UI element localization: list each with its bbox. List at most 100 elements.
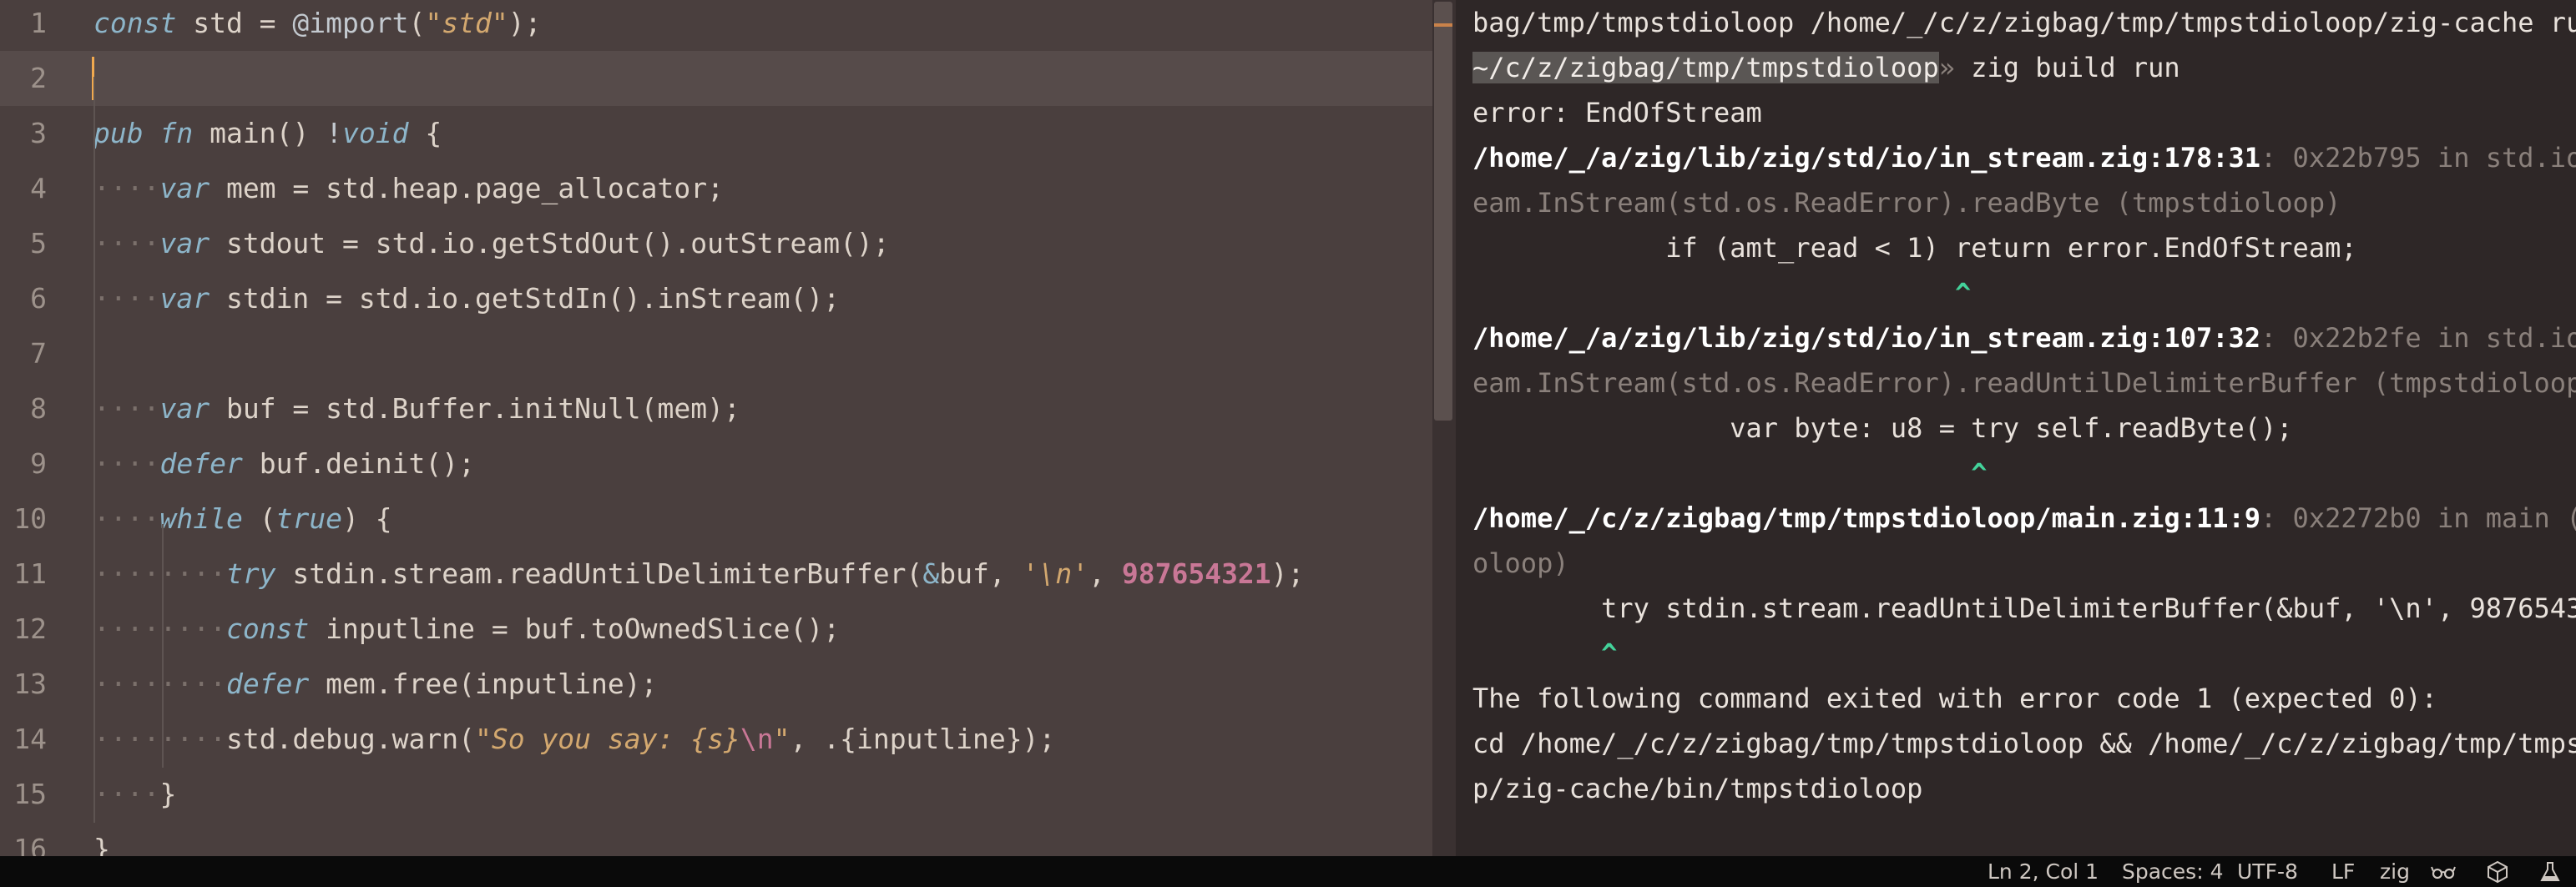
language-mode[interactable]: zig [2380,856,2410,887]
code-token: ···· [93,172,160,204]
code-line[interactable]: 7 [0,326,1432,381]
code-token: mem = std.heap.page_allocator; [210,172,724,204]
code-line[interactable]: 5 ····var stdout = std.io.getStdOut().out… [0,216,1432,271]
terminal-text: cd /home/_/c/z/zigbag/tmp/tmpstdioloop &… [1472,728,2576,759]
code-text: ········defer mem.free(inputline); [93,657,658,712]
code-line[interactable]: 12 ········const inputline = buf.toOwnedS… [0,602,1432,657]
terminal-line: ^ [1472,270,2576,315]
terminal-text: ^ [1472,277,1972,309]
code-line[interactable]: 15 ····} [0,767,1432,822]
line-number: 2 [30,62,47,94]
terminal-text: /home/_/a/zig/lib/zig/std/io/in_stream.z… [1472,142,2261,174]
code-token: var [159,227,210,260]
indentation-setting[interactable]: Spaces: 4 [2122,856,2223,887]
terminal-line: ^ [1472,451,2576,496]
terminal-text: p/zig-cache/bin/tmpstdioloop [1472,773,1923,804]
line-number: 12 [13,612,47,645]
code-text: ····var mem = std.heap.page_allocator; [93,161,724,216]
terminal-line: /home/_/a/zig/lib/zig/std/io/in_stream.z… [1472,135,2576,180]
code-token: & [922,557,940,590]
code-line[interactable]: 11 ········try stdin.stream.readUntilDeli… [0,547,1432,602]
code-token: ); [508,7,542,39]
code-line[interactable]: 9 ····defer buf.deinit(); [0,436,1432,491]
terminal-line: var byte: u8 = try self.readByte(); [1472,406,2576,451]
code-token: var [159,282,210,315]
terminal-text: try stdin.stream.readUntilDelimiterBuffe… [1472,592,2576,624]
code-token: } [93,833,110,856]
code-token: \n [740,723,774,755]
code-text: ····while (true) { [93,491,392,547]
terminal-text: eam.InStream(std.os.ReadError).readByte … [1472,187,2341,219]
code-text: ········try stdin.stream.readUntilDelimi… [93,547,1304,602]
code-text: ····var stdin = std.io.getStdIn().inStre… [93,271,840,326]
terminal-pane[interactable]: bag/tmp/tmpstdioloop /home/_/c/z/zigbag/… [1456,0,2576,856]
terminal-text: : 0x22b795 in std.io.in_str [2260,142,2576,174]
terminal-line: ~/c/z/zigbag/tmp/tmpstdioloop» zig build… [1472,45,2576,90]
code-token: ! [326,117,343,149]
code-token: } [159,778,177,810]
terminal-line: oloop) [1472,541,2576,586]
package-icon[interactable] [2485,859,2510,884]
file-encoding[interactable]: UTF-8 [2237,856,2298,887]
line-number: 10 [13,502,47,535]
indent-guide [93,77,95,823]
cursor-position[interactable]: Ln 2, Col 1 [1988,856,2099,887]
code-line[interactable]: 8 ····var buf = std.Buffer.initNull(mem); [0,381,1432,436]
code-token: ···· [93,502,160,535]
code-token: 987654321 [1121,557,1271,590]
terminal-line: cd /home/_/c/z/zigbag/tmp/tmpstdioloop &… [1472,721,2576,766]
code-token: mem.free(inputline); [309,668,658,700]
line-number: 9 [30,447,47,480]
line-ending[interactable]: LF [2331,856,2355,887]
code-token: , .{inputline}); [790,723,1056,755]
code-token: ········ [93,612,226,645]
code-token: "So you say: {s} [474,723,740,755]
code-token: ( [408,7,426,39]
terminal-line: The following command exited with error … [1472,676,2576,721]
code-line[interactable]: 16} [0,822,1432,856]
code-token: const [225,612,310,645]
terminal-line: if (amt_read < 1) return error.EndOfStre… [1472,225,2576,270]
code-text: const std = @import("std"); [93,0,541,51]
line-number: 13 [13,668,47,700]
code-token: try [225,557,276,590]
terminal-text: /home/_/a/zig/lib/zig/std/io/in_stream.z… [1472,322,2261,354]
code-token: stdin = std.io.getStdIn().inStream(); [210,282,841,315]
terminal-text: ^ [1472,638,1618,669]
line-number: 11 [13,557,47,590]
code-token: ); [1270,557,1305,590]
editor-scrollbar-thumb[interactable] [1434,2,1452,421]
terminal-text: » [1938,52,1955,83]
terminal-text: var byte: u8 = try self.readByte(); [1472,412,2293,444]
code-line[interactable]: 6 ····var stdin = std.io.getStdIn().inStr… [0,271,1432,326]
code-line[interactable]: 10 ····while (true) { [0,491,1432,547]
app-window: 1 const std = @import("std"); 2 3 pub fn mai… [0,0,2576,887]
terminal-text: if (amt_read < 1) return error.EndOfStre… [1472,232,2357,264]
code-line[interactable]: 13 ········defer mem.free(inputline); [0,657,1432,712]
code-token: while [159,502,243,535]
line-number: 1 [30,7,47,39]
code-line[interactable]: 4 ····var mem = std.heap.page_allocator; [0,161,1432,216]
code-token: const [93,7,177,39]
flask-icon[interactable] [2538,859,2563,884]
terminal-line: bag/tmp/tmpstdioloop /home/_/c/z/zigbag/… [1472,0,2576,45]
terminal-text: : 0x22b2fe in std.io.in_str [2260,322,2576,354]
code-token: void [342,117,409,149]
code-line[interactable]: 3 pub fn main() !void { [0,106,1432,161]
code-token: ········ [93,723,226,755]
code-token: "std" [425,7,508,39]
code-line[interactable]: 1 const std = @import("std"); [0,0,1432,51]
terminal-text: /home/_/c/z/zigbag/tmp/tmpstdioloop/main… [1472,502,2261,534]
code-token: ···· [93,778,160,810]
code-line[interactable]: 14 ········std.debug.warn("So you say: {s… [0,712,1432,767]
line-number: 7 [30,337,47,370]
code-token: { [408,117,442,149]
terminal-text: ^ [1472,457,1988,489]
code-token: " [773,723,790,755]
code-editor[interactable]: 1 const std = @import("std"); 2 3 pub fn mai… [0,0,1432,856]
code-line[interactable]: 2 [0,51,1432,106]
code-token: , [1088,557,1122,590]
glasses-icon[interactable] [2431,859,2456,884]
code-token: ········ [93,557,226,590]
